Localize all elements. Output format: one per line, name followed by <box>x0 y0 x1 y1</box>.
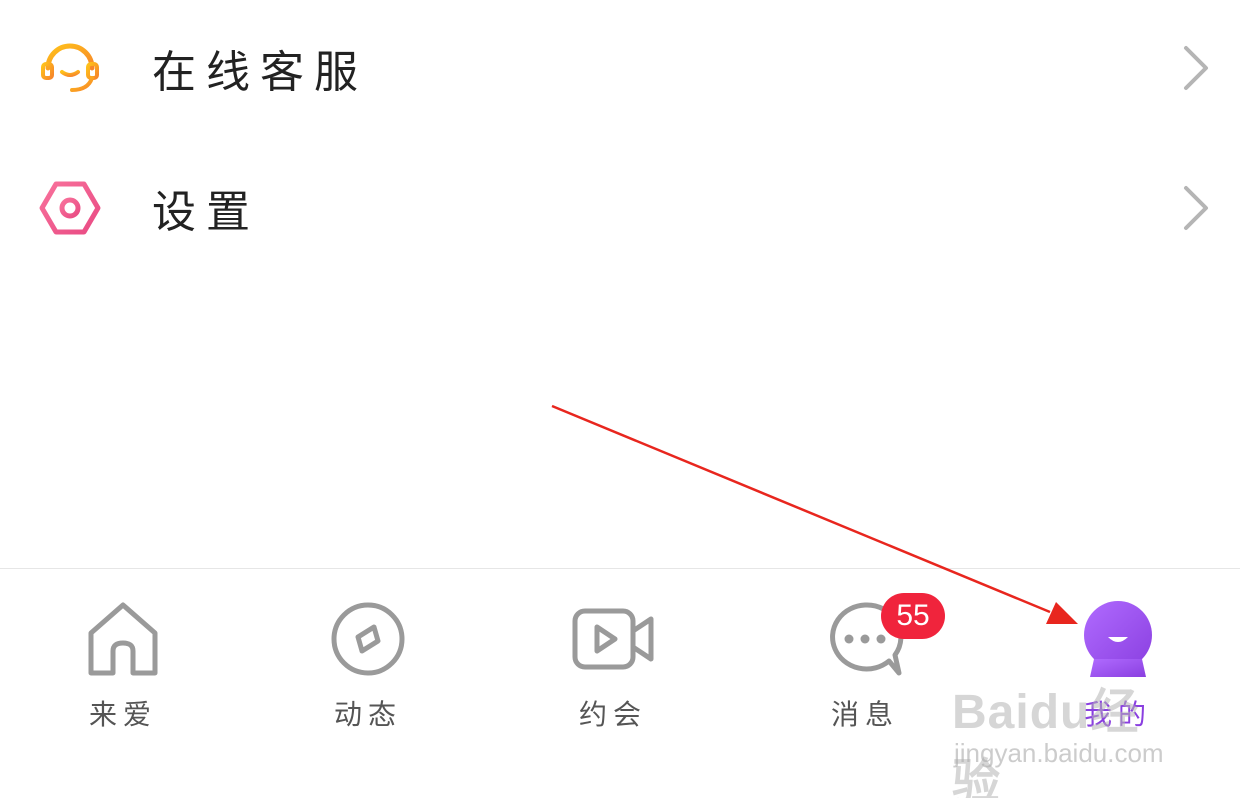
menu-item-online-service[interactable]: 在线客服 <box>0 8 1240 128</box>
video-camera-icon <box>572 608 654 670</box>
tab-label: 约会 <box>578 698 647 731</box>
mine-avatar-icon <box>1084 601 1152 677</box>
menu-item-settings[interactable]: 设置 <box>0 148 1240 268</box>
tab-label: 我的 <box>1083 698 1152 731</box>
home-icon <box>88 602 158 676</box>
tab-mine[interactable]: 我的 <box>1048 569 1188 798</box>
tab-label: 来爱 <box>88 698 157 731</box>
chevron-right-icon <box>1184 186 1208 230</box>
tab-home[interactable]: 来爱 <box>53 569 193 798</box>
unread-badge: 55 <box>881 593 945 639</box>
profile-page: 在线客服 设置 来爱 动态 约会 55 消息 我的 Baidu经验 jingya… <box>0 0 1240 798</box>
tab-label: 动态 <box>333 698 402 731</box>
tab-dating[interactable]: 约会 <box>543 569 683 798</box>
tab-messages[interactable]: 55 消息 <box>795 569 945 798</box>
settings-hexagon-icon <box>39 181 101 235</box>
menu-item-label: 设置 <box>152 187 260 238</box>
menu-item-label: 在线客服 <box>152 47 368 98</box>
headset-icon <box>41 43 99 92</box>
bottom-tab-bar: 来爱 动态 约会 55 消息 我的 <box>0 568 1240 798</box>
compass-icon <box>331 602 405 676</box>
chevron-right-icon <box>1184 46 1208 90</box>
tab-label: 消息 <box>830 698 899 731</box>
tab-moments[interactable]: 动态 <box>298 569 438 798</box>
